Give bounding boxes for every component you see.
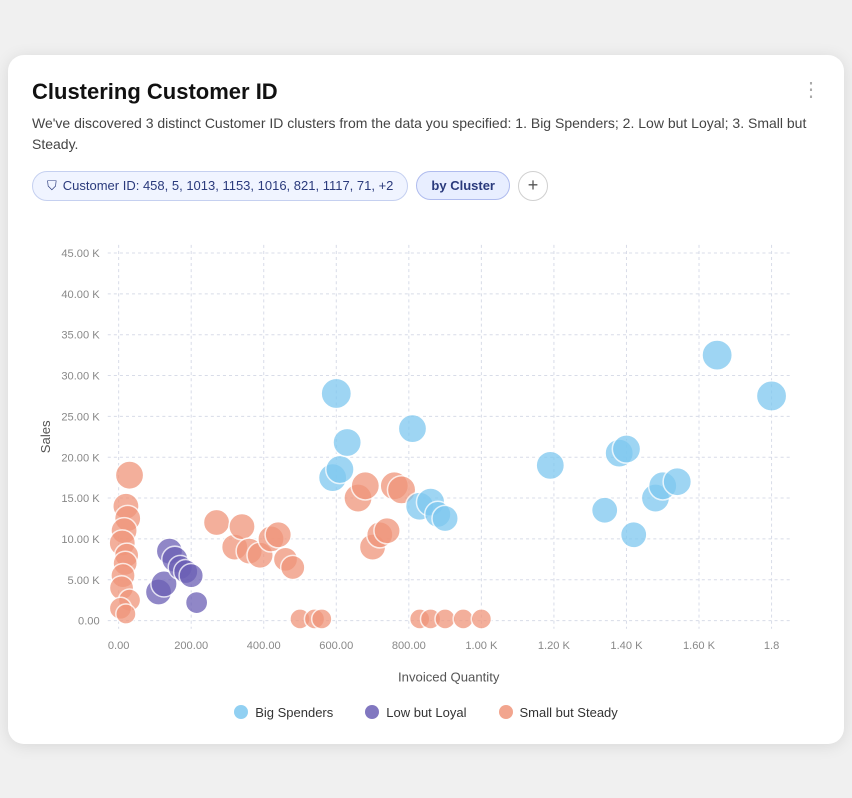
- filter-icon: ⛉: [47, 178, 57, 194]
- svg-text:0.00: 0.00: [108, 639, 130, 651]
- svg-text:0.00: 0.00: [78, 615, 100, 627]
- cluster-chip-label: by Cluster: [431, 178, 495, 193]
- svg-text:1.20 K: 1.20 K: [538, 639, 571, 651]
- svg-text:30.00 K: 30.00 K: [61, 370, 100, 382]
- svg-text:1.00 K: 1.00 K: [465, 639, 498, 651]
- legend-dot-low-loyal: [365, 705, 379, 719]
- page-title: Clustering Customer ID: [32, 79, 820, 105]
- filter-label: Customer ID: 458, 5, 1013, 1153, 1016, 8…: [63, 178, 394, 193]
- filter-row: ⛉ Customer ID: 458, 5, 1013, 1153, 1016,…: [32, 171, 820, 201]
- card-description: We've discovered 3 distinct Customer ID …: [32, 113, 820, 155]
- svg-text:1.60 K: 1.60 K: [683, 639, 716, 651]
- legend-label-small-steady: Small but Steady: [520, 705, 618, 720]
- cluster-chip[interactable]: by Cluster: [416, 171, 510, 200]
- filter-chip[interactable]: ⛉ Customer ID: 458, 5, 1013, 1153, 1016,…: [32, 171, 408, 201]
- svg-text:1.8: 1.8: [764, 639, 779, 651]
- svg-text:600.00: 600.00: [319, 639, 353, 651]
- legend-label-big-spenders: Big Spenders: [255, 705, 333, 720]
- legend-dot-big-spenders: [234, 705, 248, 719]
- svg-text:800.00: 800.00: [392, 639, 426, 651]
- svg-text:25.00 K: 25.00 K: [61, 411, 100, 423]
- svg-text:45.00 K: 45.00 K: [61, 248, 100, 260]
- svg-text:200.00: 200.00: [174, 639, 208, 651]
- more-options-icon[interactable]: ⋮: [801, 77, 822, 102]
- scatter-chart: 0.00 5.00 K 10.00 K 15.00 K 20.00 K 25.00 K 30…: [32, 217, 820, 697]
- legend-dot-small-steady: [499, 705, 513, 719]
- svg-text:35.00 K: 35.00 K: [61, 329, 100, 341]
- svg-text:1.40 K: 1.40 K: [610, 639, 643, 651]
- main-card: ⋮ Clustering Customer ID We've discovere…: [8, 55, 844, 744]
- svg-text:15.00 K: 15.00 K: [61, 493, 100, 505]
- legend-low-loyal: Low but Loyal: [365, 705, 466, 720]
- legend: Big Spenders Low but Loyal Small but Ste…: [32, 705, 820, 720]
- svg-text:5.00 K: 5.00 K: [68, 574, 101, 586]
- svg-text:20.00 K: 20.00 K: [61, 452, 100, 464]
- add-filter-button[interactable]: +: [518, 171, 548, 201]
- svg-text:Invoiced Quantity: Invoiced Quantity: [398, 669, 500, 684]
- legend-small-steady: Small but Steady: [499, 705, 618, 720]
- chart-area: 0.00 5.00 K 10.00 K 15.00 K 20.00 K 25.00 K 30…: [32, 217, 820, 697]
- legend-big-spenders: Big Spenders: [234, 705, 333, 720]
- svg-text:40.00 K: 40.00 K: [61, 288, 100, 300]
- svg-text:10.00 K: 10.00 K: [61, 533, 100, 545]
- svg-text:400.00: 400.00: [247, 639, 281, 651]
- svg-text:Sales: Sales: [38, 419, 53, 452]
- legend-label-low-loyal: Low but Loyal: [386, 705, 466, 720]
